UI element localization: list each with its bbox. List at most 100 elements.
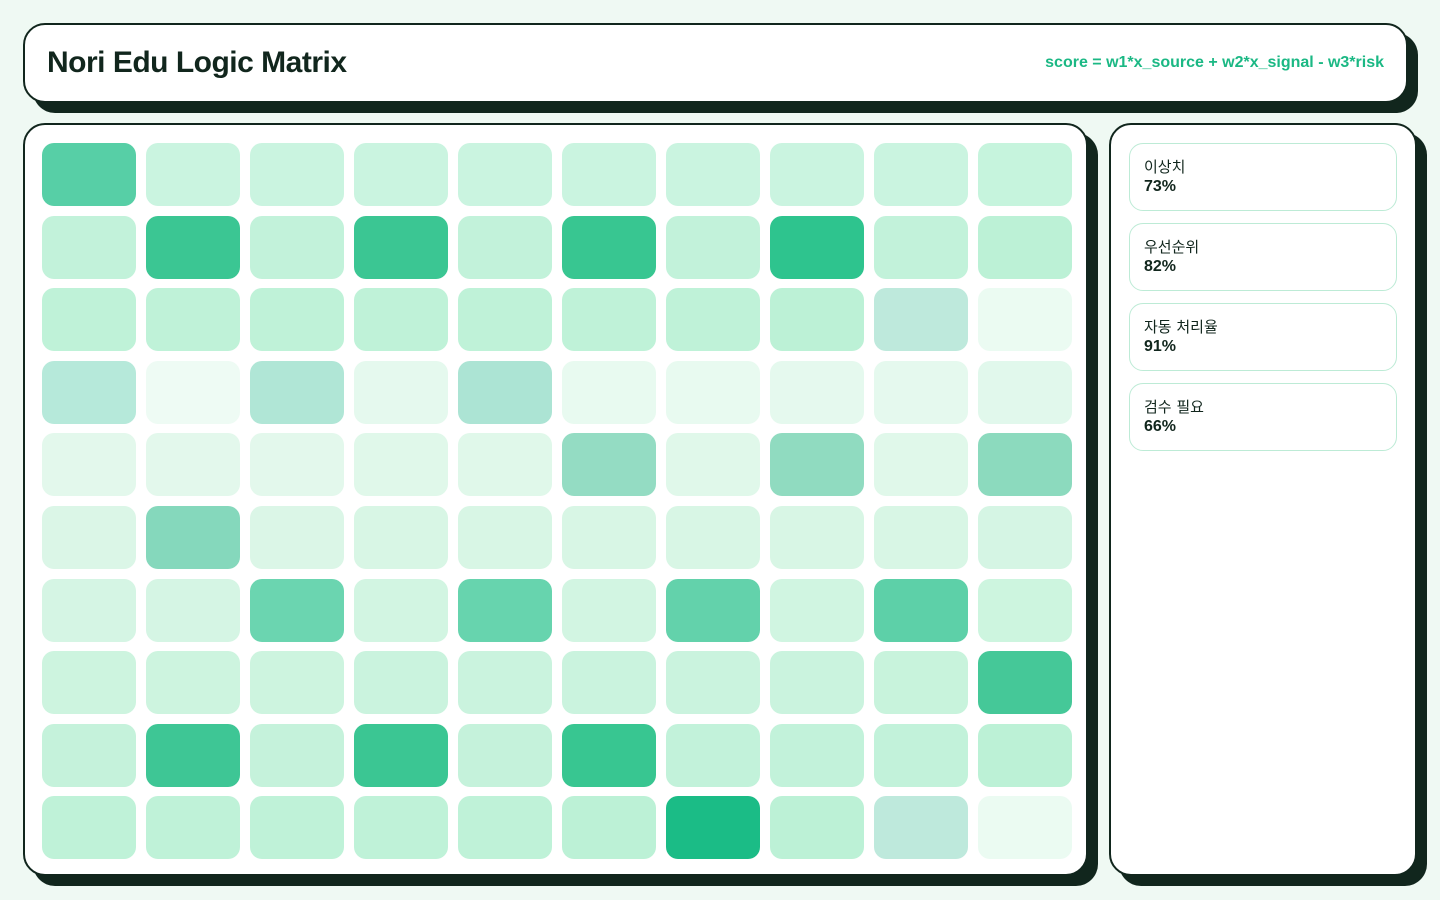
matrix-cell[interactable]	[562, 433, 656, 497]
matrix-cell[interactable]	[666, 505, 760, 569]
matrix-cell[interactable]	[354, 288, 448, 352]
matrix-cell[interactable]	[562, 505, 656, 569]
matrix-cell[interactable]	[562, 143, 656, 206]
matrix-cell[interactable]	[458, 215, 552, 279]
matrix-cell[interactable]	[354, 651, 448, 715]
matrix-cell[interactable]	[770, 288, 864, 352]
matrix-cell[interactable]	[458, 288, 552, 352]
matrix-cell[interactable]	[458, 360, 552, 424]
matrix-cell[interactable]	[458, 433, 552, 497]
matrix-cell[interactable]	[458, 723, 552, 787]
matrix-cell[interactable]	[978, 360, 1072, 424]
matrix-cell[interactable]	[666, 143, 760, 206]
matrix-cell[interactable]	[458, 796, 552, 860]
matrix-cell[interactable]	[42, 143, 136, 206]
matrix-cell[interactable]	[354, 143, 448, 206]
matrix-cell[interactable]	[146, 360, 240, 424]
matrix-cell[interactable]	[354, 505, 448, 569]
matrix-cell[interactable]	[978, 723, 1072, 787]
matrix-cell[interactable]	[250, 723, 344, 787]
matrix-cell[interactable]	[874, 651, 968, 715]
matrix-cell[interactable]	[562, 578, 656, 642]
matrix-cell[interactable]	[874, 433, 968, 497]
matrix-cell[interactable]	[250, 578, 344, 642]
matrix-cell[interactable]	[42, 288, 136, 352]
matrix-cell[interactable]	[354, 723, 448, 787]
matrix-cell[interactable]	[146, 288, 240, 352]
matrix-cell[interactable]	[770, 723, 864, 787]
matrix-cell[interactable]	[666, 796, 760, 860]
matrix-cell[interactable]	[770, 578, 864, 642]
matrix-cell[interactable]	[874, 288, 968, 352]
matrix-cell[interactable]	[458, 143, 552, 206]
matrix-cell[interactable]	[458, 651, 552, 715]
matrix-cell[interactable]	[354, 215, 448, 279]
matrix-cell[interactable]	[562, 360, 656, 424]
matrix-cell[interactable]	[146, 796, 240, 860]
matrix-cell[interactable]	[770, 433, 864, 497]
matrix-cell[interactable]	[874, 505, 968, 569]
matrix-cell[interactable]	[874, 796, 968, 860]
matrix-cell[interactable]	[354, 578, 448, 642]
matrix-cell[interactable]	[250, 143, 344, 206]
matrix-cell[interactable]	[978, 651, 1072, 715]
matrix-cell[interactable]	[250, 288, 344, 352]
matrix-cell[interactable]	[770, 215, 864, 279]
matrix-cell[interactable]	[250, 433, 344, 497]
matrix-cell[interactable]	[42, 651, 136, 715]
matrix-cell[interactable]	[666, 651, 760, 715]
matrix-cell[interactable]	[146, 215, 240, 279]
matrix-cell[interactable]	[146, 505, 240, 569]
matrix-cell[interactable]	[770, 796, 864, 860]
matrix-cell[interactable]	[978, 505, 1072, 569]
matrix-cell[interactable]	[770, 143, 864, 206]
matrix-cell[interactable]	[978, 578, 1072, 642]
matrix-cell[interactable]	[666, 288, 760, 352]
matrix-cell[interactable]	[458, 578, 552, 642]
matrix-cell[interactable]	[770, 651, 864, 715]
matrix-cell[interactable]	[978, 433, 1072, 497]
matrix-cell[interactable]	[874, 578, 968, 642]
matrix-cell[interactable]	[978, 288, 1072, 352]
matrix-cell[interactable]	[250, 796, 344, 860]
matrix-cell[interactable]	[42, 723, 136, 787]
matrix-cell[interactable]	[42, 578, 136, 642]
matrix-cell[interactable]	[354, 796, 448, 860]
matrix-cell[interactable]	[978, 215, 1072, 279]
matrix-cell[interactable]	[666, 215, 760, 279]
matrix-cell[interactable]	[666, 433, 760, 497]
matrix-cell[interactable]	[42, 796, 136, 860]
matrix-cell[interactable]	[146, 651, 240, 715]
matrix-cell[interactable]	[354, 360, 448, 424]
matrix-cell[interactable]	[770, 360, 864, 424]
matrix-cell[interactable]	[562, 796, 656, 860]
matrix-cell[interactable]	[250, 215, 344, 279]
matrix-cell[interactable]	[42, 360, 136, 424]
matrix-cell[interactable]	[666, 360, 760, 424]
matrix-cell[interactable]	[874, 215, 968, 279]
matrix-cell[interactable]	[42, 215, 136, 279]
matrix-cell[interactable]	[874, 360, 968, 424]
matrix-cell[interactable]	[562, 215, 656, 279]
matrix-cell[interactable]	[562, 723, 656, 787]
matrix-cell[interactable]	[562, 288, 656, 352]
matrix-cell[interactable]	[146, 143, 240, 206]
matrix-cell[interactable]	[250, 651, 344, 715]
matrix-cell[interactable]	[458, 505, 552, 569]
matrix-cell[interactable]	[146, 433, 240, 497]
matrix-cell[interactable]	[666, 578, 760, 642]
matrix-cell[interactable]	[354, 433, 448, 497]
matrix-cell[interactable]	[978, 143, 1072, 206]
matrix-cell[interactable]	[42, 433, 136, 497]
matrix-cell[interactable]	[874, 143, 968, 206]
matrix-cell[interactable]	[978, 796, 1072, 860]
matrix-cell[interactable]	[250, 505, 344, 569]
matrix-cell[interactable]	[562, 651, 656, 715]
matrix-cell[interactable]	[42, 505, 136, 569]
matrix-cell[interactable]	[770, 505, 864, 569]
matrix-cell[interactable]	[874, 723, 968, 787]
matrix-cell[interactable]	[146, 578, 240, 642]
matrix-cell[interactable]	[666, 723, 760, 787]
matrix-cell[interactable]	[250, 360, 344, 424]
matrix-cell[interactable]	[146, 723, 240, 787]
